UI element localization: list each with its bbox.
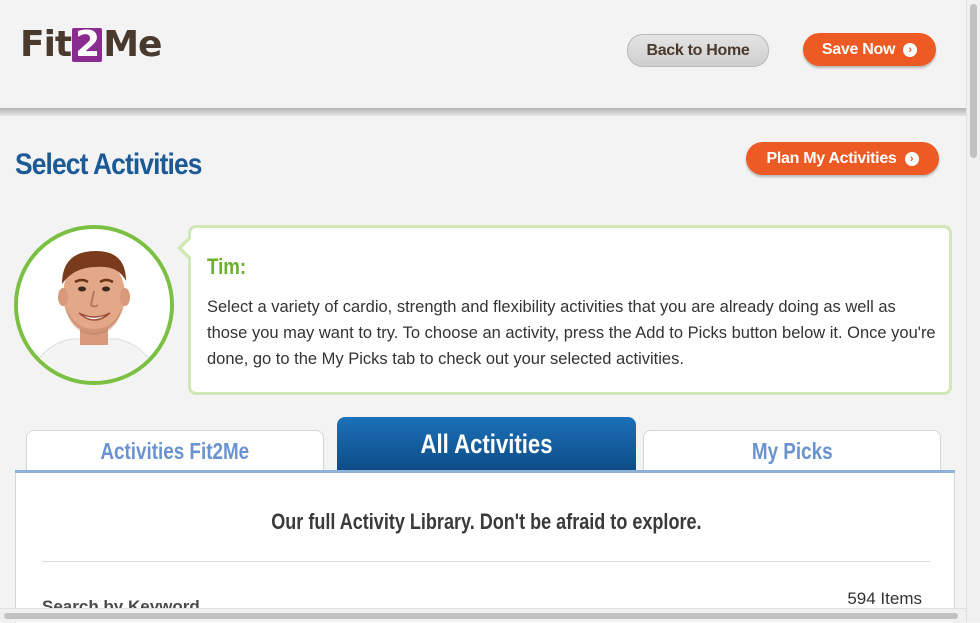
header: Fit 2 Me Back to Home Save Now › bbox=[0, 0, 966, 110]
panel-divider bbox=[42, 561, 930, 562]
tab-my-picks[interactable]: My Picks bbox=[643, 430, 941, 471]
chevron-right-icon: › bbox=[904, 151, 919, 166]
panel-headline: Our full Activity Library. Don't be afra… bbox=[270, 509, 702, 534]
plan-my-activities-button[interactable]: Plan My Activities › bbox=[746, 142, 939, 175]
chevron-right-icon: › bbox=[903, 42, 918, 57]
page-title: Select Activities bbox=[15, 148, 202, 181]
activities-panel: Our full Activity Library. Don't be afra… bbox=[15, 473, 955, 623]
coach-speech-bubble: Tim: Select a variety of cardio, strengt… bbox=[188, 225, 952, 395]
items-count: 594 Items bbox=[847, 589, 922, 608]
vertical-scrollbar[interactable] bbox=[966, 0, 980, 622]
coach-avatar bbox=[14, 225, 174, 385]
vertical-scroll-thumb[interactable] bbox=[970, 4, 977, 158]
horizontal-scroll-thumb[interactable] bbox=[4, 613, 958, 619]
horizontal-scrollbar[interactable] bbox=[0, 608, 966, 622]
coach-name: Tim: bbox=[207, 254, 247, 279]
plan-my-activities-label: Plan My Activities bbox=[766, 149, 897, 167]
save-now-button[interactable]: Save Now › bbox=[803, 33, 936, 66]
back-to-home-button[interactable]: Back to Home bbox=[627, 34, 769, 67]
header-divider bbox=[0, 108, 966, 116]
tab-all-activities[interactable]: All Activities bbox=[337, 417, 636, 471]
tab-activities-fit2me[interactable]: Activities Fit2Me bbox=[26, 430, 324, 471]
coach-message: Select a variety of cardio, strength and… bbox=[207, 298, 936, 368]
speech-bubble-tail-inner bbox=[182, 237, 193, 259]
fit2me-logo[interactable]: Fit 2 Me bbox=[20, 24, 162, 66]
save-now-label: Save Now bbox=[821, 40, 896, 58]
